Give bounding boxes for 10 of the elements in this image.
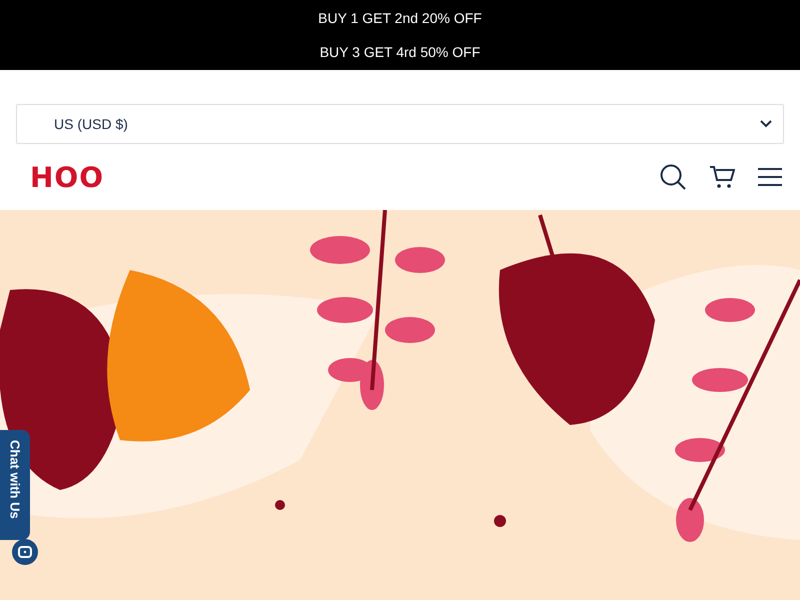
search-icon[interactable] — [660, 164, 686, 190]
currency-select[interactable]: US (USD $) — [16, 104, 784, 144]
chat-icon[interactable] — [12, 539, 38, 565]
announcement-text: BUY 3 GET 4rd 50% OFF — [318, 43, 482, 61]
menu-icon[interactable] — [758, 168, 782, 186]
chat-button[interactable]: Chat with Us — [0, 430, 30, 540]
logo[interactable]: HOO — [30, 160, 104, 194]
cart-icon[interactable] — [709, 165, 735, 189]
chevron-down-icon — [760, 120, 772, 128]
announcement-text: BUY 1 GET 2nd 20% OFF — [317, 9, 483, 27]
